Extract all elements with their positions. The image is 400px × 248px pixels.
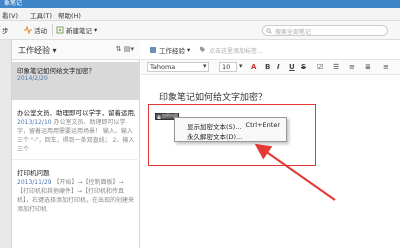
arrow-line — [254, 143, 336, 201]
annotation-arrow — [254, 143, 336, 201]
